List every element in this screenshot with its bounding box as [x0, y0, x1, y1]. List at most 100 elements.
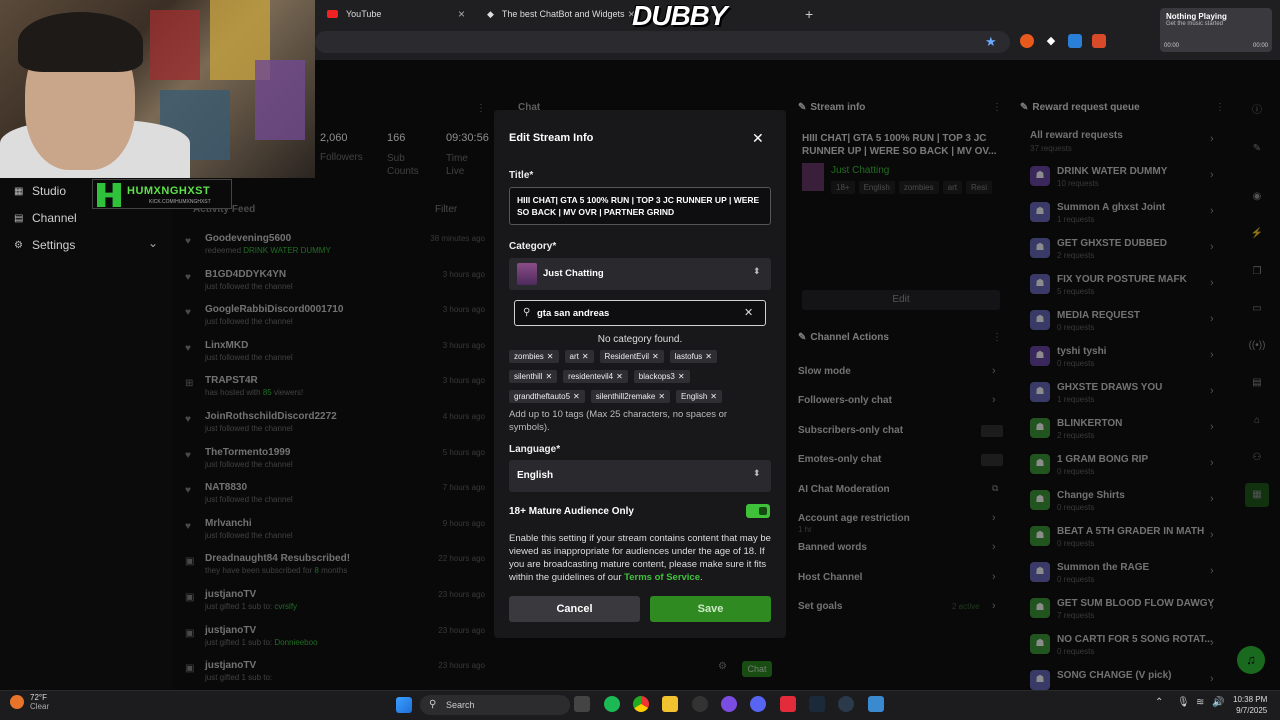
tag-chip: zombies ✕ [509, 350, 559, 363]
modal-title: Edit Stream Info [509, 132, 594, 144]
now-playing-widget: Nothing Playing Get the music started 00… [1160, 8, 1272, 52]
steam-icon[interactable] [838, 696, 854, 712]
language-label: Language* [509, 444, 561, 455]
address-bar[interactable] [315, 31, 1010, 53]
remove-tag-icon[interactable]: ✕ [705, 352, 712, 361]
task-view-icon[interactable] [574, 696, 590, 712]
tag-label: art [569, 352, 579, 361]
remove-tag-icon[interactable]: ✕ [652, 352, 659, 361]
tags-note: Add up to 10 tags (Max 25 characters, no… [509, 409, 728, 433]
remove-tag-icon[interactable]: ✕ [573, 392, 580, 401]
tag-label: English [681, 392, 708, 401]
remove-tag-icon[interactable]: ✕ [616, 372, 623, 381]
category-select[interactable]: Just Chatting ⬍ [509, 258, 771, 290]
sidebar-item-settings[interactable]: ⚙ Settings [14, 238, 75, 252]
extension-icon[interactable] [1092, 34, 1106, 48]
app-icon[interactable] [809, 696, 825, 712]
clock-date: 9/7/2025 [1236, 706, 1268, 715]
mature-label: 18+ Mature Audience Only [509, 506, 634, 517]
sidebar-item-label: Settings [32, 238, 76, 252]
extension-icon[interactable] [1068, 34, 1082, 48]
tags-row: grandtheftauto5 ✕ silenthill2remake ✕ Englis… [509, 390, 722, 403]
extension-diamond-icon[interactable]: ◆ [1044, 34, 1058, 48]
time-end: 00:00 [1252, 43, 1268, 49]
close-tab-icon[interactable]: × [458, 7, 465, 21]
terms-of-service-link[interactable]: Terms of Service [624, 572, 700, 583]
category-thumbnail [517, 263, 537, 285]
tab-chatbot[interactable]: ◆ The best ChatBot and Widgets × [475, 0, 645, 28]
clock-time: 10:38 PM [1233, 695, 1268, 704]
tag-chip: grandtheftauto5 ✕ [509, 390, 585, 403]
tag-label: grandtheftauto5 [514, 392, 571, 401]
save-button[interactable]: Save [650, 596, 771, 622]
youtube-icon [327, 10, 338, 18]
extension-icon[interactable] [1020, 34, 1034, 48]
remove-tag-icon[interactable]: ✕ [582, 352, 589, 361]
weather-widget[interactable]: 72°F Clear [10, 693, 49, 711]
search-icon: ⚲ [429, 699, 437, 710]
tab-youtube[interactable]: YouTube × [315, 0, 475, 28]
no-category-message: No category found. [514, 331, 766, 351]
obs-icon[interactable] [692, 696, 708, 712]
taskbar-search[interactable]: ⚲ Search [420, 695, 570, 715]
windows-start-icon[interactable] [396, 697, 412, 713]
mature-toggle[interactable] [746, 504, 770, 518]
tag-label: lastofus [674, 352, 703, 361]
remove-tag-icon[interactable]: ✕ [547, 352, 554, 361]
remove-tag-icon[interactable]: ✕ [678, 372, 685, 381]
gear-icon: ⚙ [14, 240, 23, 251]
sidebar-item-channel[interactable]: ▤ Channel [14, 211, 77, 225]
tag-chip: blackops3 ✕ [633, 370, 690, 383]
app-icon[interactable] [780, 696, 796, 712]
channel-icon: ▤ [14, 213, 24, 224]
remove-tag-icon[interactable]: ✕ [658, 392, 665, 401]
studio-icon: ▦ [14, 186, 24, 197]
chrome-icon[interactable] [633, 696, 649, 712]
tag-chip: silenthill2remake ✕ [590, 390, 671, 403]
new-tab-icon[interactable]: + [805, 6, 813, 22]
tag-chip: ResidentEvil ✕ [599, 350, 664, 363]
category-search-input[interactable]: ⚲ gta san andreas ✕ [514, 300, 766, 326]
language-select[interactable]: English ⬍ [509, 460, 771, 492]
category-value: Just Chatting [543, 268, 604, 279]
volume-icon[interactable]: 🔊 [1212, 697, 1224, 708]
chevron-up-icon[interactable]: ⌃ [1155, 697, 1163, 708]
tag-chip: art ✕ [564, 350, 594, 363]
app-icon[interactable] [868, 696, 884, 712]
chevron-down-icon[interactable]: ⌄ [148, 236, 158, 250]
discord-icon[interactable] [750, 696, 766, 712]
sidebar-item-studio[interactable]: ▦ Studio [14, 184, 66, 198]
wifi-icon[interactable]: ≋ [1196, 697, 1204, 708]
remove-tag-icon[interactable]: ✕ [710, 392, 717, 401]
app-icon[interactable] [721, 696, 737, 712]
tag-chip: residentevil4 ✕ [563, 370, 628, 383]
mature-desc-end: . [700, 572, 703, 583]
logo-icon [97, 183, 121, 207]
tag-chip: lastofus ✕ [669, 350, 717, 363]
title-label: Title* [509, 170, 534, 181]
cancel-button[interactable]: Cancel [509, 596, 640, 622]
spotify-icon[interactable] [604, 696, 620, 712]
taskbar-search-label: Search [446, 700, 475, 710]
sidebar-item-label: Channel [32, 211, 77, 225]
mic-icon[interactable]: 🎙 [1177, 697, 1190, 708]
tag-chip: silenthill ✕ [509, 370, 558, 383]
tab-label: The best ChatBot and Widgets [501, 9, 625, 19]
weather-desc: Clear [30, 702, 50, 711]
tag-label: ResidentEvil [604, 352, 650, 361]
tag-label: blackops3 [638, 372, 675, 381]
clock[interactable]: 10:38 PM 9/7/2025 [1233, 694, 1267, 716]
file-explorer-icon[interactable] [662, 696, 678, 712]
edit-stream-info-modal: Edit Stream Info ✕ Title* HIII CHAT| GTA… [494, 110, 786, 638]
clear-search-icon[interactable]: ✕ [744, 306, 753, 319]
tags-row: silenthill ✕ residentevil4 ✕ blackops3 ✕ [509, 370, 690, 383]
tab-strip: YouTube × ◆ The best ChatBot and Widgets… [315, 0, 645, 28]
title-input[interactable]: HIII CHAT| GTA 5 100% RUN | TOP 3 JC RUN… [509, 187, 771, 225]
remove-tag-icon[interactable]: ✕ [545, 372, 552, 381]
tag-label: silenthill2remake [595, 392, 656, 401]
language-value: English [517, 470, 554, 481]
close-icon[interactable]: ✕ [752, 130, 764, 147]
bookmark-star-icon[interactable]: ★ [985, 34, 997, 50]
category-label: Category* [509, 241, 557, 252]
tag-label: residentevil4 [568, 372, 614, 381]
